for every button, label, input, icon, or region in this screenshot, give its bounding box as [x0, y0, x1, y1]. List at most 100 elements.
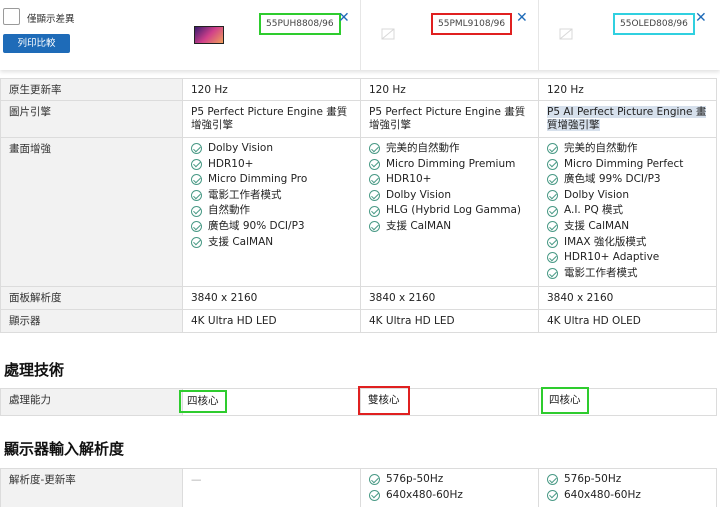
table-row: 解析度-更新率 — 576p-50Hz 640x480-60Hz 576p-50H… [0, 468, 717, 507]
remove-product-2-close-icon[interactable]: ✕ [516, 11, 528, 25]
feature-text: A.I. PQ 模式 [564, 204, 624, 217]
check-circle-icon [369, 174, 380, 186]
check-circle-icon [547, 174, 558, 186]
row-label: 畫面增強 [0, 137, 183, 287]
list-item: 576p-50Hz [369, 472, 530, 488]
print-comparison-button[interactable]: 列印比較 [3, 34, 70, 53]
check-circle-icon [191, 221, 202, 233]
cell: 完美的自然動作 Micro Dimming Perfect 廣色域 99% DCI/… [538, 137, 717, 287]
check-circle-icon [369, 158, 380, 170]
feature-text: 支援 CalMAN [386, 219, 452, 232]
spec-table-resolution: 解析度-更新率 — 576p-50Hz 640x480-60Hz 576p-50H… [0, 468, 717, 507]
check-circle-icon [369, 489, 380, 501]
cell: 120 Hz [538, 78, 717, 101]
list-item: Micro Dimming Pro [191, 172, 352, 188]
cell: 576p-50Hz 640x480-60Hz [538, 468, 717, 507]
feature-list: 完美的自然動作 Micro Dimming Perfect 廣色域 99% DCI/… [547, 138, 708, 281]
feature-text: Dolby Vision [208, 142, 273, 154]
list-item: 自然動作 [191, 203, 352, 219]
list-item: HLG (Hybrid Log Gamma) [369, 203, 530, 219]
cell: 四核心 [538, 387, 717, 416]
product-column-2: 55PML9108/96 ✕ [360, 0, 538, 70]
feature-text: 576p-50Hz [564, 473, 622, 485]
list-item: 支援 CalMAN [191, 235, 352, 251]
feature-text: 支援 CalMAN [208, 235, 274, 248]
cell: P5 Perfect Picture Engine 畫質增強引擎 [182, 100, 361, 138]
check-circle-icon [547, 489, 558, 501]
table-row: 顯示器 4K Ultra HD LED 4K Ultra HD LED 4K U… [0, 309, 717, 333]
list-item: 支援 CalMAN [547, 219, 708, 235]
feature-text: 廣色域 99% DCI/P3 [564, 173, 661, 186]
cell: 四核心 [179, 388, 361, 416]
row-label: 顯示器 [0, 309, 183, 333]
feature-text: 電影工作者模式 [564, 266, 638, 279]
cell: 雙核心 [358, 386, 539, 416]
cell: — [182, 468, 361, 507]
remove-product-3-close-icon[interactable]: ✕ [695, 11, 707, 25]
cell: 3840 x 2160 [182, 286, 361, 310]
check-circle-icon [547, 205, 558, 217]
feature-list: 完美的自然動作 Micro Dimming Premium HDR10+ Dolby … [369, 138, 530, 235]
product-model-2: 55PML9108/96 [431, 13, 513, 35]
cell: Dolby Vision HDR10+ Micro Dimming Pro 電影工作者… [182, 137, 361, 287]
check-circle-icon [547, 221, 558, 233]
check-circle-icon [191, 190, 202, 202]
cell: 4K Ultra HD LED [182, 309, 361, 333]
check-circle-icon [191, 236, 202, 248]
cell: 3840 x 2160 [538, 286, 717, 310]
empty-value: — [191, 474, 202, 486]
feature-text: 廣色域 90% DCI/P3 [208, 219, 305, 232]
compare-header: 僅顯示差異 列印比較 55PUH8808/96 ✕ 55PML9108/96 ✕… [0, 0, 720, 70]
check-circle-icon [369, 143, 380, 155]
spec-table-processing: 處理能力 四核心 雙核心 四核心 [0, 386, 717, 416]
product-thumbnail[interactable] [194, 26, 224, 44]
cell: 3840 x 2160 [360, 286, 539, 310]
section-title-resolution: 顯示器輸入解析度 [4, 440, 125, 458]
cell: 120 Hz [182, 78, 361, 101]
row-label: 處理能力 [0, 388, 183, 416]
image-placeholder-icon [559, 28, 573, 40]
list-item: Micro Dimming Perfect [547, 157, 708, 173]
image-placeholder-icon [381, 28, 395, 40]
feature-list: 576p-50Hz 640x480-60Hz [547, 469, 708, 503]
check-circle-icon [191, 158, 202, 170]
feature-text: 自然動作 [208, 204, 250, 217]
list-item: 電影工作者模式 [547, 266, 708, 282]
cell: 4K Ultra HD LED [360, 309, 539, 333]
list-item: 640x480-60Hz [547, 488, 708, 504]
processing-value-1: 四核心 [179, 390, 227, 413]
feature-text: 電影工作者模式 [208, 188, 282, 201]
spec-table-display: 原生更新率 120 Hz 120 Hz 120 Hz 圖片引擎 P5 Perfe… [0, 78, 717, 333]
check-circle-icon [369, 205, 380, 217]
feature-text: HDR10+ [208, 157, 254, 170]
cell: 120 Hz [360, 78, 539, 101]
product-column-3: 55OLED808/96 ✕ [538, 0, 720, 70]
check-circle-icon [547, 268, 558, 280]
table-row: 圖片引擎 P5 Perfect Picture Engine 畫質增強引擎 P5… [0, 100, 717, 138]
processing-value-3: 四核心 [541, 387, 589, 414]
list-item: 電影工作者模式 [191, 188, 352, 204]
check-circle-icon [547, 252, 558, 264]
check-circle-icon [191, 205, 202, 217]
list-item: 完美的自然動作 [547, 141, 708, 157]
feature-text: IMAX 強化版模式 [564, 235, 647, 248]
check-circle-icon [547, 236, 558, 248]
feature-text: 576p-50Hz [386, 473, 444, 485]
cell: P5 Perfect Picture Engine 畫質增強引擎 [360, 100, 539, 138]
list-item: 支援 CalMAN [369, 219, 530, 235]
feature-text: Micro Dimming Pro [208, 173, 308, 186]
list-item: A.I. PQ 模式 [547, 203, 708, 219]
cell: 完美的自然動作 Micro Dimming Premium HDR10+ Dolby … [360, 137, 539, 287]
list-item: 廣色域 90% DCI/P3 [191, 219, 352, 235]
list-item: 廣色域 99% DCI/P3 [547, 172, 708, 188]
list-item: 完美的自然動作 [369, 141, 530, 157]
feature-text: 640x480-60Hz [386, 488, 463, 501]
product-model-3: 55OLED808/96 [613, 13, 695, 35]
list-item: 640x480-60Hz [369, 488, 530, 504]
feature-text: Micro Dimming Perfect [564, 157, 684, 170]
show-differences-checkbox[interactable] [3, 8, 20, 25]
list-item: Dolby Vision [369, 188, 530, 204]
remove-product-1-close-icon[interactable]: ✕ [338, 11, 350, 25]
list-item: Dolby Vision [547, 188, 708, 204]
row-label: 原生更新率 [0, 78, 183, 101]
